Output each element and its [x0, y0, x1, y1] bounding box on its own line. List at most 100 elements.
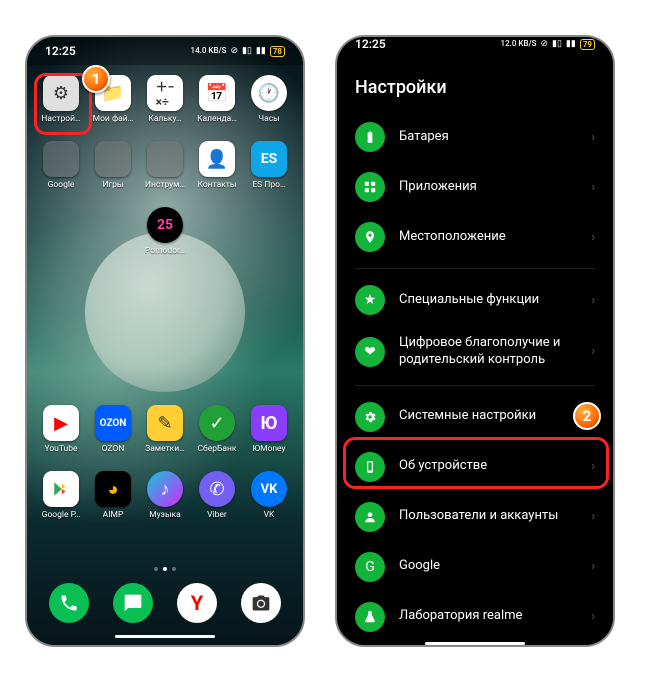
- folder-icon: [95, 141, 131, 177]
- chevron-right-icon: ›: [591, 130, 595, 145]
- settings-item-about[interactable]: Об устройстве ›: [337, 442, 613, 492]
- flask-icon: [355, 602, 385, 632]
- app-label: Календа…: [197, 114, 237, 124]
- app-ozon[interactable]: OZON OZON: [87, 405, 139, 471]
- chevron-right-icon: ›: [591, 559, 595, 574]
- app-label: Музыка: [149, 510, 181, 520]
- pomodoro-icon: 25: [147, 207, 183, 243]
- app-vk[interactable]: VK VK: [243, 471, 295, 537]
- divider: [355, 268, 595, 269]
- dock-phone[interactable]: [49, 583, 89, 623]
- app-music[interactable]: ♪ Музыка: [139, 471, 191, 537]
- settings-item-location[interactable]: Местоположение ›: [337, 212, 613, 262]
- app-pomodoro[interactable]: 25 Pomodor…: [139, 207, 191, 273]
- app-youtube[interactable]: ▶ YouTube: [35, 405, 87, 471]
- dock-camera[interactable]: [241, 583, 281, 623]
- location-icon: [355, 222, 385, 252]
- settings-item-label: Местоположение: [399, 229, 577, 246]
- battery-indicator: 79: [580, 39, 595, 50]
- do-not-disturb-icon: ⊘: [540, 39, 548, 49]
- app-sberbank[interactable]: ✓ СберБанк: [191, 405, 243, 471]
- step-badge-2: 2: [573, 402, 601, 430]
- settings-item-label: Цифровое благополучие и родительский кон…: [399, 335, 577, 369]
- app-es-explorer[interactable]: ES ES Про…: [243, 141, 295, 207]
- app-label: Часы: [258, 114, 280, 124]
- sber-icon: ✓: [199, 405, 235, 441]
- es-icon: ES: [251, 141, 287, 177]
- page-indicator[interactable]: [27, 563, 303, 577]
- folder-icon: [147, 141, 183, 177]
- status-time: 12:25: [45, 44, 76, 58]
- phone-settings-screen: 2 12:25 12.0 KB/S ⊘ ▮▯ ▮▮ 79 Настройки Б…: [335, 35, 615, 647]
- app-calendar[interactable]: 📅 Календа…: [191, 75, 243, 141]
- app-label: СберБанк: [198, 444, 237, 454]
- app-label: OZON: [102, 444, 125, 454]
- settings-item-users[interactable]: Пользователи и аккаунты ›: [337, 492, 613, 542]
- users-icon: [355, 502, 385, 532]
- settings-item-special[interactable]: ★ Специальные функции ›: [337, 275, 613, 325]
- app-label: Мои фай…: [93, 114, 134, 124]
- app-label: ЮMoney: [252, 444, 285, 454]
- signal-icon: ▮▮: [566, 39, 576, 49]
- app-viber[interactable]: ✆ Viber: [191, 471, 243, 537]
- system-icon: [355, 402, 385, 432]
- app-label: AIMP: [103, 510, 124, 520]
- star-icon: ★: [355, 285, 385, 315]
- chevron-right-icon: ›: [591, 459, 595, 474]
- app-settings[interactable]: ⚙ Настрой…: [35, 75, 87, 141]
- network-speed: 14.0 KB/S: [191, 47, 227, 55]
- app-label: Google: [48, 180, 75, 190]
- app-label: Игры: [102, 180, 123, 190]
- app-notes[interactable]: ✎ Заметки…: [139, 405, 191, 471]
- app-grid[interactable]: ⚙ Настрой… 📁 Мои фай… ＋−×÷ Кальку… 📅 Кал…: [27, 65, 303, 563]
- divider: [355, 385, 595, 386]
- folder-games[interactable]: Игры: [87, 141, 139, 207]
- settings-item-label: Google: [399, 558, 577, 575]
- ozon-icon: OZON: [95, 405, 131, 441]
- wellbeing-icon: ❤: [355, 337, 385, 367]
- contacts-icon: 👤: [199, 141, 235, 177]
- app-clock[interactable]: 🕐 Часы: [243, 75, 295, 141]
- settings-item-battery[interactable]: Батарея ›: [337, 112, 613, 162]
- folder-tools[interactable]: Инструм…: [139, 141, 191, 207]
- folder-icon: [43, 141, 79, 177]
- apps-icon: [355, 172, 385, 202]
- dock-messages[interactable]: [113, 583, 153, 623]
- settings-item-google[interactable]: G Google ›: [337, 542, 613, 592]
- chevron-right-icon: ›: [591, 344, 595, 359]
- settings-list[interactable]: Настройки Батарея › Приложения › Ме: [337, 51, 613, 642]
- settings-item-system[interactable]: Системные настройки ›: [337, 392, 613, 442]
- folder-google[interactable]: Google: [35, 141, 87, 207]
- status-icons: 14.0 KB/S ⊘ ▮▯ ▮▮ 78: [191, 46, 285, 57]
- app-label: Viber: [207, 510, 227, 520]
- calendar-icon: 📅: [199, 75, 235, 111]
- app-calculator[interactable]: ＋−×÷ Кальку…: [139, 75, 191, 141]
- chevron-right-icon: ›: [591, 609, 595, 624]
- aimp-icon: ◕: [95, 471, 131, 507]
- phone-icon: [355, 452, 385, 482]
- app-contacts[interactable]: 👤 Контакты: [191, 141, 243, 207]
- navigation-bar[interactable]: [337, 642, 613, 645]
- settings-item-label: Об устройстве: [399, 458, 577, 475]
- settings-item-label: Специальные функции: [399, 292, 577, 309]
- settings-item-label: Системные настройки: [399, 408, 577, 425]
- do-not-disturb-icon: ⊘: [230, 46, 238, 56]
- status-icons: 12.0 KB/S ⊘ ▮▯ ▮▮ 79: [501, 39, 595, 50]
- app-label: Заметки…: [145, 444, 185, 454]
- app-yoomoney[interactable]: Ю ЮMoney: [243, 405, 295, 471]
- signal-icon: ▮▮: [256, 46, 266, 56]
- app-label: Pomodor…: [145, 246, 185, 256]
- settings-item-lab[interactable]: Лаборатория realme ›: [337, 592, 613, 642]
- app-aimp[interactable]: ◕ AIMP: [87, 471, 139, 537]
- app-google-play[interactable]: Google P…: [35, 471, 87, 537]
- youtube-icon: ▶: [43, 405, 79, 441]
- settings-item-wellbeing[interactable]: ❤ Цифровое благополучие и родительский к…: [337, 325, 613, 379]
- step-badge-1: 1: [82, 65, 110, 93]
- app-label: Контакты: [197, 180, 236, 190]
- status-bar: 12:25 12.0 KB/S ⊘ ▮▯ ▮▮ 79: [337, 37, 613, 51]
- network-speed: 12.0 KB/S: [501, 40, 537, 48]
- navigation-bar[interactable]: [27, 627, 303, 645]
- settings-item-apps[interactable]: Приложения ›: [337, 162, 613, 212]
- dock-yandex[interactable]: Y: [177, 583, 217, 623]
- clock-icon: 🕐: [251, 75, 287, 111]
